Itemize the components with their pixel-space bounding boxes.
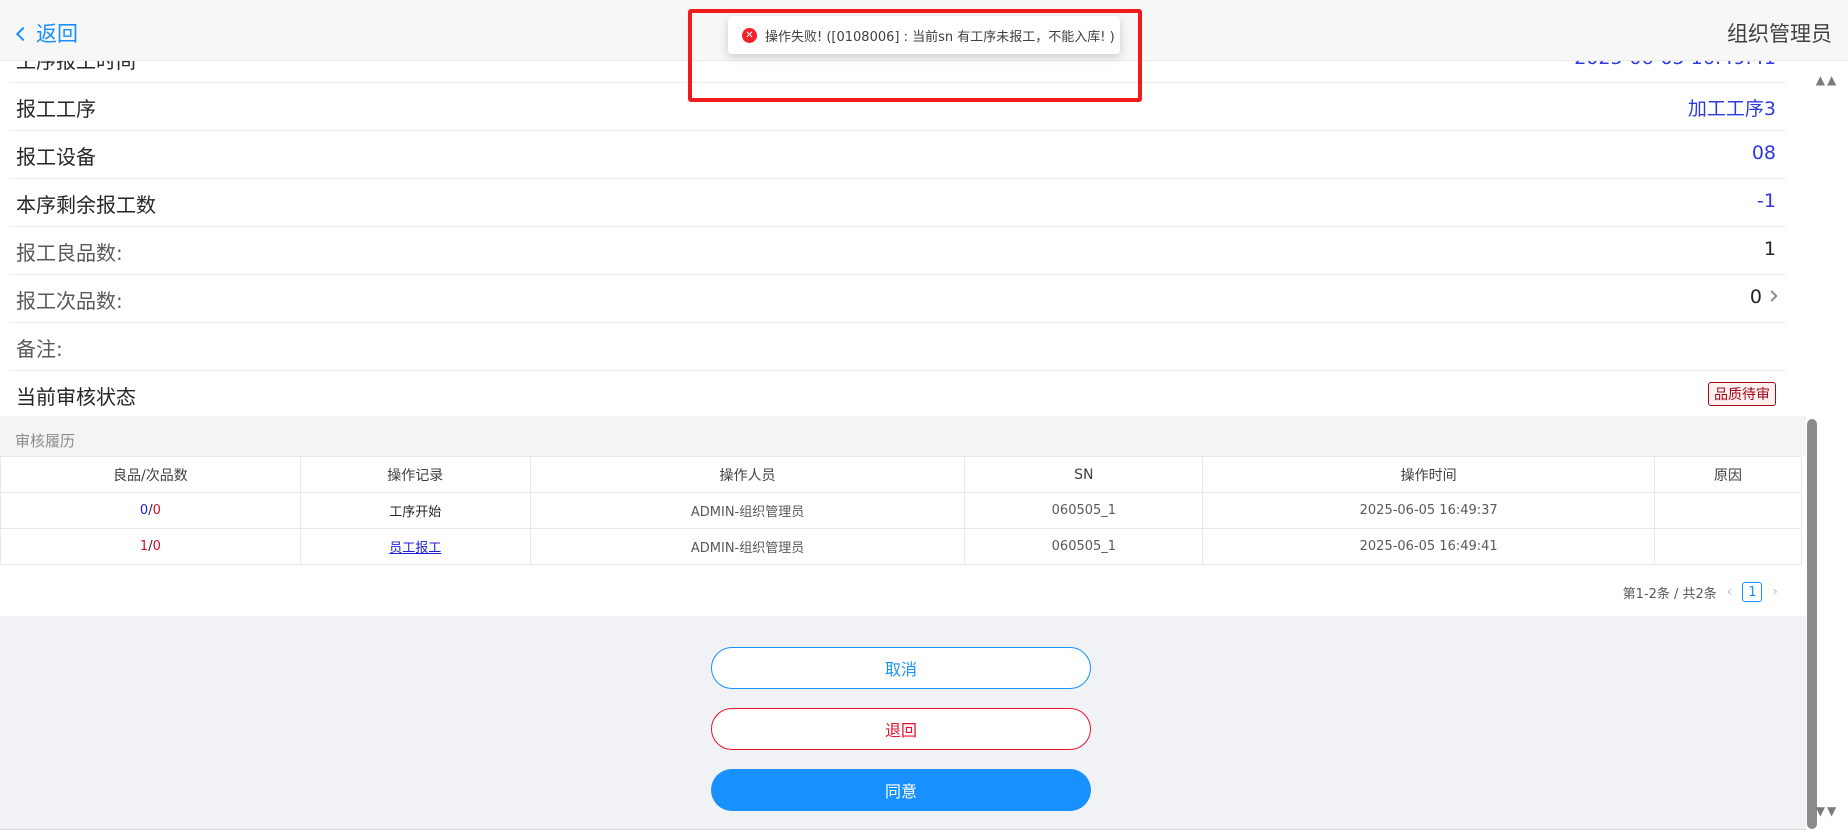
action-cell: 工序开始 <box>300 492 531 529</box>
good-count-value: 1 <box>1763 238 1776 260</box>
good-bad-count-cell: 0/0 <box>0 492 301 529</box>
detail-label: 工序报工时间 <box>16 61 136 73</box>
detail-row-device: 报工设备 08 <box>10 131 1786 179</box>
detail-label: 本序剩余报工数 <box>16 193 156 217</box>
detail-value: 加工工序3 <box>1687 98 1776 120</box>
column-header: SN <box>964 456 1204 493</box>
back-button[interactable]: 返回 <box>15 18 78 48</box>
page-number-button[interactable]: 1 <box>1742 582 1763 602</box>
detail-value: 08 <box>1751 142 1776 164</box>
pagination: 第1-2条 / 共2条 ‹ 1 › <box>1623 582 1778 602</box>
chevron-left-icon <box>15 26 31 42</box>
action-cell: 员工报工 <box>300 528 531 565</box>
sn-cell: 060505_1 <box>964 492 1204 529</box>
column-header: 操作人员 <box>530 456 966 493</box>
time-cell: 2025-06-05 16:49:41 <box>1202 528 1656 565</box>
table-header-row: 良品/次品数 操作记录 操作人员 SN 操作时间 原因 <box>0 456 1802 493</box>
detail-row-audit-status: 当前审核状态 品质待审 <box>10 371 1786 419</box>
detail-list: 工序报工时间 2025-06-05 16:49:41 报工工序 加工工序3 报工… <box>0 61 1806 419</box>
good-bad-count-cell: 1/0 <box>0 528 301 565</box>
column-header: 操作时间 <box>1202 456 1656 493</box>
good-count: 1 <box>139 539 149 554</box>
status-badge: 品质待审 <box>1708 382 1776 406</box>
table-row: 1/0 员工报工 ADMIN-组织管理员 060505_1 2025-06-05… <box>0 528 1802 565</box>
detail-row-defect-count[interactable]: 报工次品数: 0 <box>10 275 1786 323</box>
scrollbar-track[interactable] <box>1807 97 1817 829</box>
defect-count-value: 0 <box>1749 286 1762 308</box>
scroll-down-icon[interactable]: ▼▼ <box>1806 804 1848 818</box>
operator-cell: ADMIN-组织管理员 <box>530 528 966 565</box>
scroll-up-icon[interactable]: ▲▲ <box>1806 73 1848 87</box>
column-header: 良品/次品数 <box>0 456 301 493</box>
good-count: 0 <box>139 503 149 518</box>
highlight-box <box>688 9 1142 102</box>
scrollbar-thumb[interactable] <box>1807 419 1817 829</box>
detail-label: 报工设备 <box>16 145 96 169</box>
section-title: 审核履历 <box>0 416 1806 456</box>
detail-row-remaining: 本序剩余报工数 -1 <box>10 179 1786 227</box>
reason-cell <box>1654 528 1802 565</box>
defect-count-cell: 0 <box>1749 286 1778 308</box>
detail-label: 当前审核状态 <box>16 385 136 409</box>
detail-value: -1 <box>1757 190 1776 212</box>
detail-row-good-count: 报工良品数: 1 <box>10 227 1786 275</box>
vertical-scrollbar[interactable]: ▲▲ ▼▼ <box>1806 61 1848 832</box>
column-header: 操作记录 <box>300 456 531 493</box>
detail-value: 2025-06-05 16:49:41 <box>1574 61 1776 69</box>
chevron-right-icon <box>1766 290 1778 302</box>
sn-cell: 060505_1 <box>964 528 1204 565</box>
detail-label: 报工良品数: <box>16 241 123 265</box>
table-row: 0/0 工序开始 ADMIN-组织管理员 060505_1 2025-06-05… <box>0 492 1802 529</box>
next-page-button[interactable]: › <box>1772 584 1778 600</box>
action-link[interactable]: 员工报工 <box>389 541 441 556</box>
column-header: 原因 <box>1654 456 1802 493</box>
time-cell: 2025-06-05 16:49:37 <box>1202 492 1656 529</box>
reason-cell <box>1654 492 1802 529</box>
status-cell: 品质待审 <box>1708 382 1776 406</box>
bad-count: 0 <box>152 503 161 518</box>
action-footer: 取消 退回 同意 <box>0 616 1806 830</box>
cancel-button[interactable]: 取消 <box>711 647 1091 689</box>
operator-cell: ADMIN-组织管理员 <box>530 492 966 529</box>
user-role-title: 组织管理员 <box>1727 22 1832 46</box>
audit-history-section: 审核履历 良品/次品数 操作记录 操作人员 SN 操作时间 原因 0/0 工序开… <box>0 416 1806 616</box>
page: 返回 组织管理员 工序报工时间 2025-06-05 16:49:41 报工工序… <box>0 0 1848 832</box>
detail-label: 备注: <box>16 337 63 361</box>
back-label: 返回 <box>36 22 78 46</box>
detail-row-remark: 备注: <box>10 323 1786 371</box>
reject-button[interactable]: 退回 <box>711 708 1091 750</box>
bad-count: 0 <box>152 539 161 554</box>
detail-label: 报工次品数: <box>16 289 123 313</box>
prev-page-button[interactable]: ‹ <box>1727 584 1733 600</box>
detail-label: 报工工序 <box>16 97 96 121</box>
audit-history-table: 良品/次品数 操作记录 操作人员 SN 操作时间 原因 0/0 工序开始 ADM… <box>0 456 1802 565</box>
agree-button[interactable]: 同意 <box>711 769 1091 811</box>
pagination-summary: 第1-2条 / 共2条 <box>1622 586 1717 602</box>
